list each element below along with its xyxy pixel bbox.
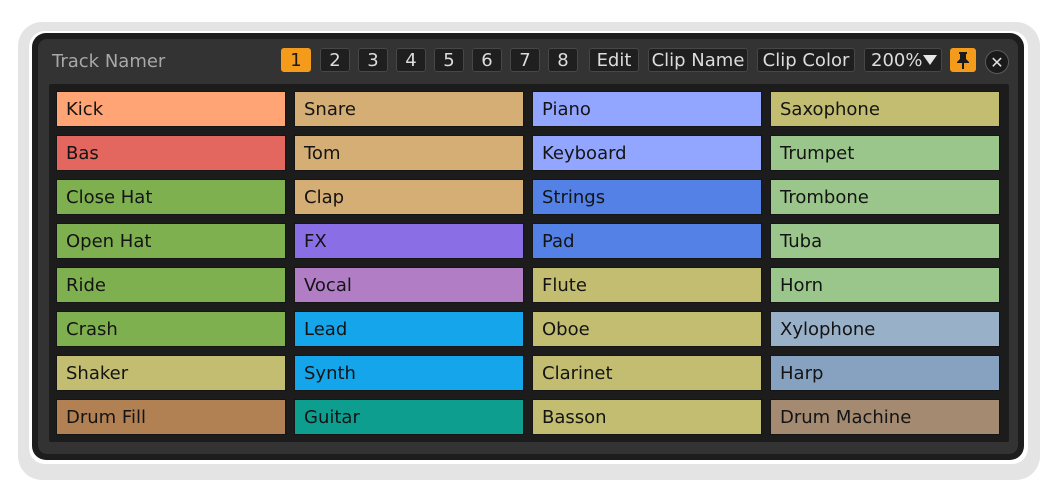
track-name-button[interactable]: Crash [56,311,286,347]
track-name-button[interactable]: Guitar [294,399,524,435]
page-button-4[interactable]: 4 [396,48,426,72]
clip-name-button[interactable]: Clip Name [648,48,748,72]
track-name-button[interactable]: Synth [294,355,524,391]
track-name-button[interactable]: Lead [294,311,524,347]
track-name-button[interactable]: Oboe [532,311,762,347]
zoom-value: 200% [871,49,923,71]
track-name-button[interactable]: Piano [532,91,762,127]
track-name-button[interactable]: Open Hat [56,223,286,259]
page-button-5[interactable]: 5 [434,48,464,72]
track-name-button[interactable]: Drum Fill [56,399,286,435]
track-name-button[interactable]: Vocal [294,267,524,303]
page-button-2[interactable]: 2 [320,48,350,72]
page-button-7[interactable]: 7 [510,48,540,72]
track-name-button[interactable]: Snare [294,91,524,127]
track-name-button[interactable]: Tom [294,135,524,171]
track-name-button[interactable]: Ride [56,267,286,303]
track-name-button[interactable]: Kick [56,91,286,127]
page-button-3[interactable]: 3 [358,48,388,72]
track-name-button[interactable]: FX [294,223,524,259]
triangle-down-icon [923,55,937,65]
close-icon: ✕ [990,52,1004,72]
pin-icon [957,52,969,69]
pin-button[interactable] [950,48,976,72]
track-name-button[interactable]: Keyboard [532,135,762,171]
track-name-button[interactable]: Pad [532,223,762,259]
track-name-button[interactable]: Harp [770,355,1000,391]
track-name-button[interactable]: Xylophone [770,311,1000,347]
track-name-button[interactable]: Horn [770,267,1000,303]
page-button-6[interactable]: 6 [472,48,502,72]
track-name-button[interactable]: Flute [532,267,762,303]
track-name-button[interactable]: Clap [294,179,524,215]
device-title: Track Namer [52,51,166,72]
clip-color-button[interactable]: Clip Color [757,48,855,72]
track-name-button[interactable]: Strings [532,179,762,215]
track-name-button[interactable]: Clarinet [532,355,762,391]
page-button-8[interactable]: 8 [548,48,578,72]
track-name-button[interactable]: Basson [532,399,762,435]
track-name-button[interactable]: Close Hat [56,179,286,215]
edit-button[interactable]: Edit [589,48,639,72]
close-button[interactable]: ✕ [985,50,1009,74]
track-name-button[interactable]: Trombone [770,179,1000,215]
zoom-dropdown[interactable]: 200% [864,48,942,72]
track-name-button[interactable]: Bas [56,135,286,171]
track-name-button[interactable]: Tuba [770,223,1000,259]
track-name-grid: Kick Snare Piano Saxophone Bas Tom Keyboard Tru… [56,91,1000,435]
page-button-1[interactable]: 1 [281,48,311,72]
track-name-button[interactable]: Drum Machine [770,399,1000,435]
track-name-button[interactable]: Shaker [56,355,286,391]
track-name-button[interactable]: Saxophone [770,91,1000,127]
track-name-button[interactable]: Trumpet [770,135,1000,171]
